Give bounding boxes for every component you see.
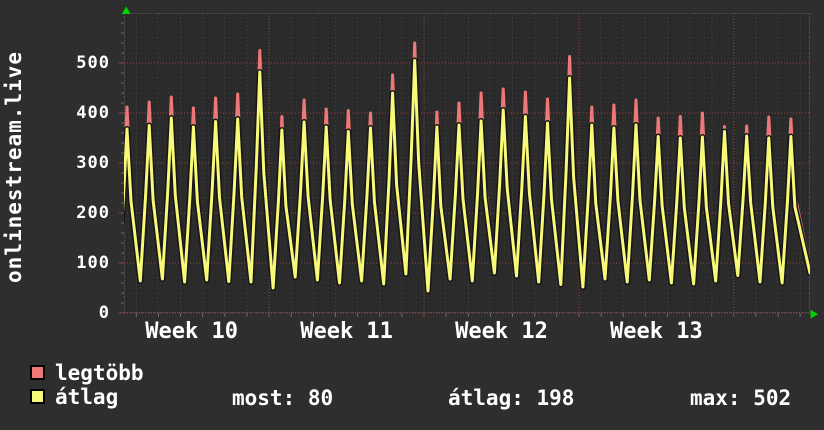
stat-atlag-value: 198 — [536, 386, 575, 410]
rrd-graph: onlinestream.live 0 100 200 300 400 500 Week … — [0, 0, 824, 430]
stat-max-label: max: — [690, 386, 741, 410]
x-axis-tick-label: Week 10 — [145, 319, 238, 344]
legend-label-atlag: átlag — [55, 385, 119, 409]
y-axis-tick-label: 0 — [98, 303, 110, 323]
legend-swatch-legtobb — [30, 365, 45, 380]
x-axis-tick-label: Week 13 — [610, 319, 703, 344]
y-axis-tick-label: 500 — [76, 53, 110, 73]
stat-most-label: most: — [232, 386, 296, 410]
legend-swatch-atlag — [30, 389, 45, 404]
stat-max: max: 502 — [690, 386, 791, 410]
stat-max-value: 502 — [753, 386, 792, 410]
y-axis-tick-label: 200 — [76, 203, 110, 223]
y-axis-tick-label: 400 — [76, 103, 110, 123]
legend-label-legtobb: legtöbb — [55, 361, 144, 385]
y-axis-tick-label: 100 — [76, 253, 110, 273]
stat-most: most: 80 — [232, 386, 333, 410]
stat-atlag: átlag: 198 — [448, 386, 574, 410]
x-axis-tick-label: Week 12 — [455, 319, 548, 344]
vertical-watermark-label: onlinestream.live — [2, 51, 26, 283]
y-axis-tick-label: 300 — [76, 153, 110, 173]
stat-atlag-label: átlag: — [448, 386, 524, 410]
time-series-chart — [119, 6, 818, 319]
x-axis-tick-label: Week 11 — [300, 319, 393, 344]
stat-most-value: 80 — [307, 386, 334, 410]
